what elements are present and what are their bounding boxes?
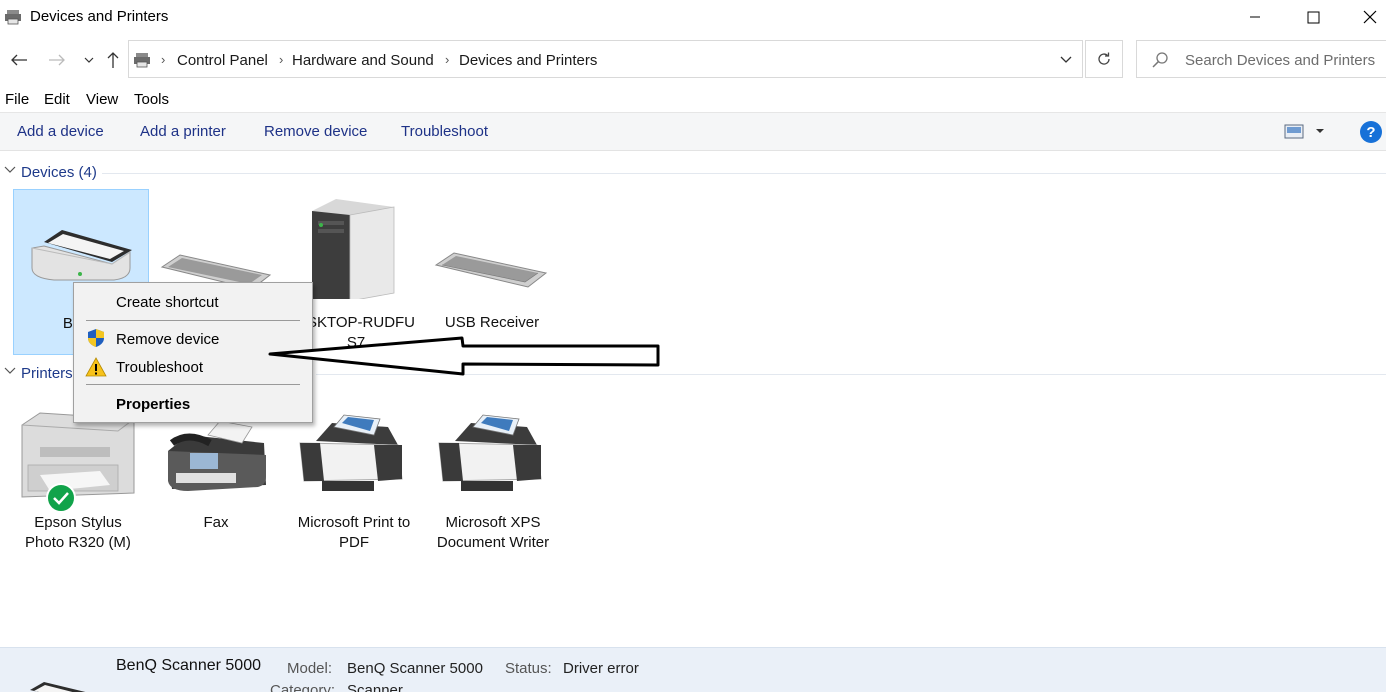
refresh-button[interactable] (1085, 40, 1123, 78)
chevron-down-icon (1060, 56, 1072, 63)
warning-icon (85, 357, 107, 377)
devices-group-header[interactable]: Devices (4) (0, 163, 1386, 183)
minimize-button[interactable] (1232, 0, 1278, 34)
keyboard-icon (434, 252, 548, 288)
command-bar: Add a device Add a printer Remove device… (0, 112, 1386, 151)
printer-tile-fax[interactable]: Fax (148, 405, 284, 555)
printer-label: Microsoft XPS (445, 514, 541, 531)
maximize-icon (1307, 11, 1319, 23)
details-category-value: Scanner (347, 682, 403, 692)
scanner-icon (30, 682, 86, 692)
printer-label: Fax (203, 514, 229, 531)
shield-icon (88, 329, 104, 347)
printer-label: Document Writer (436, 534, 550, 551)
printers-group-label: Printers (21, 365, 73, 382)
navigation-bar: › Control Panel › Hardware and Sound › D… (0, 40, 1386, 80)
chevron-down-icon (4, 367, 16, 374)
group-divider (102, 173, 1386, 174)
chevron-down-icon (84, 57, 94, 63)
minimize-icon (1250, 16, 1260, 18)
recent-locations-button[interactable] (78, 49, 100, 71)
breadcrumb-separator[interactable]: › (161, 52, 165, 67)
devices-printers-icon (5, 10, 21, 25)
group-divider (316, 374, 1386, 375)
context-remove-device[interactable]: Remove device (116, 331, 219, 348)
search-box[interactable] (1136, 40, 1386, 78)
printer-icon (438, 414, 542, 491)
close-icon (1363, 10, 1377, 24)
arrow-up-icon (107, 52, 119, 68)
address-bar[interactable]: › Control Panel › Hardware and Sound › D… (128, 40, 1083, 78)
device-label: USB Receiver (444, 314, 540, 331)
printer-label: Photo R320 (M) (25, 534, 131, 551)
menu-tools[interactable]: Tools (134, 91, 169, 108)
title-bar: Devices and Printers (0, 0, 1386, 34)
details-pane: BenQ Scanner 5000 Model: BenQ Scanner 50… (0, 647, 1386, 692)
chevron-down-icon (4, 166, 16, 173)
context-troubleshoot[interactable]: Troubleshoot (116, 359, 203, 376)
details-status-value: Driver error (563, 660, 639, 677)
breadcrumb-separator[interactable]: › (445, 52, 449, 67)
details-status-label: Status: (505, 660, 552, 677)
printer-label: Epson Stylus (34, 514, 122, 531)
maximize-button[interactable] (1290, 0, 1336, 34)
details-category-label: Category: (270, 682, 336, 692)
details-device-name: BenQ Scanner 5000 (116, 657, 261, 674)
back-button[interactable] (8, 49, 30, 71)
breadcrumb-separator[interactable]: › (279, 52, 283, 67)
forward-button[interactable] (46, 49, 68, 71)
refresh-icon (1098, 52, 1110, 65)
device-tile-usb-receiver[interactable]: USB Receiver (424, 189, 560, 355)
menu-view[interactable]: View (86, 91, 118, 108)
menu-separator (86, 384, 300, 385)
close-button[interactable] (1347, 0, 1386, 34)
remove-device-button[interactable]: Remove device (264, 123, 367, 140)
arrow-right-icon (49, 54, 65, 66)
menu-edit[interactable]: Edit (44, 91, 70, 108)
window-title: Devices and Printers (30, 8, 169, 25)
context-properties[interactable]: Properties (116, 396, 190, 413)
context-menu: Create shortcut Remove device Troublesho… (73, 282, 313, 423)
change-view-button[interactable] (1284, 123, 1328, 141)
address-dropdown-button[interactable] (1055, 49, 1077, 71)
devices-group-label: Devices (4) (21, 164, 97, 181)
printer-label: PDF (339, 534, 369, 551)
troubleshoot-button[interactable]: Troubleshoot (401, 123, 488, 140)
default-printer-check-icon (46, 483, 76, 513)
menu-file[interactable]: File (5, 91, 29, 108)
printer-tile-epson[interactable]: Epson Stylus Photo R320 (M) (10, 405, 146, 555)
printer-label: Microsoft Print to (297, 514, 411, 531)
details-model-value: BenQ Scanner 5000 (347, 660, 483, 677)
printer-tile-microsoft-print-to-pdf[interactable]: Microsoft Print to PDF (286, 405, 422, 555)
arrow-left-icon (11, 54, 27, 66)
breadcrumb-control-panel[interactable]: Control Panel (177, 52, 268, 69)
printer-tile-microsoft-xps[interactable]: Microsoft XPS Document Writer (425, 405, 561, 555)
breadcrumb-hardware-and-sound[interactable]: Hardware and Sound (292, 52, 434, 69)
add-printer-button[interactable]: Add a printer (140, 123, 226, 140)
menu-separator (86, 320, 300, 321)
up-button[interactable] (102, 49, 124, 71)
breadcrumb-devices-and-printers[interactable]: Devices and Printers (459, 52, 597, 69)
details-model-label: Model: (287, 660, 333, 677)
context-create-shortcut[interactable]: Create shortcut (116, 294, 219, 311)
search-input[interactable] (1185, 49, 1381, 71)
devices-printers-icon (134, 53, 150, 68)
search-icon (1152, 52, 1168, 68)
help-button[interactable]: ? (1360, 121, 1382, 143)
add-device-button[interactable]: Add a device (17, 123, 104, 140)
